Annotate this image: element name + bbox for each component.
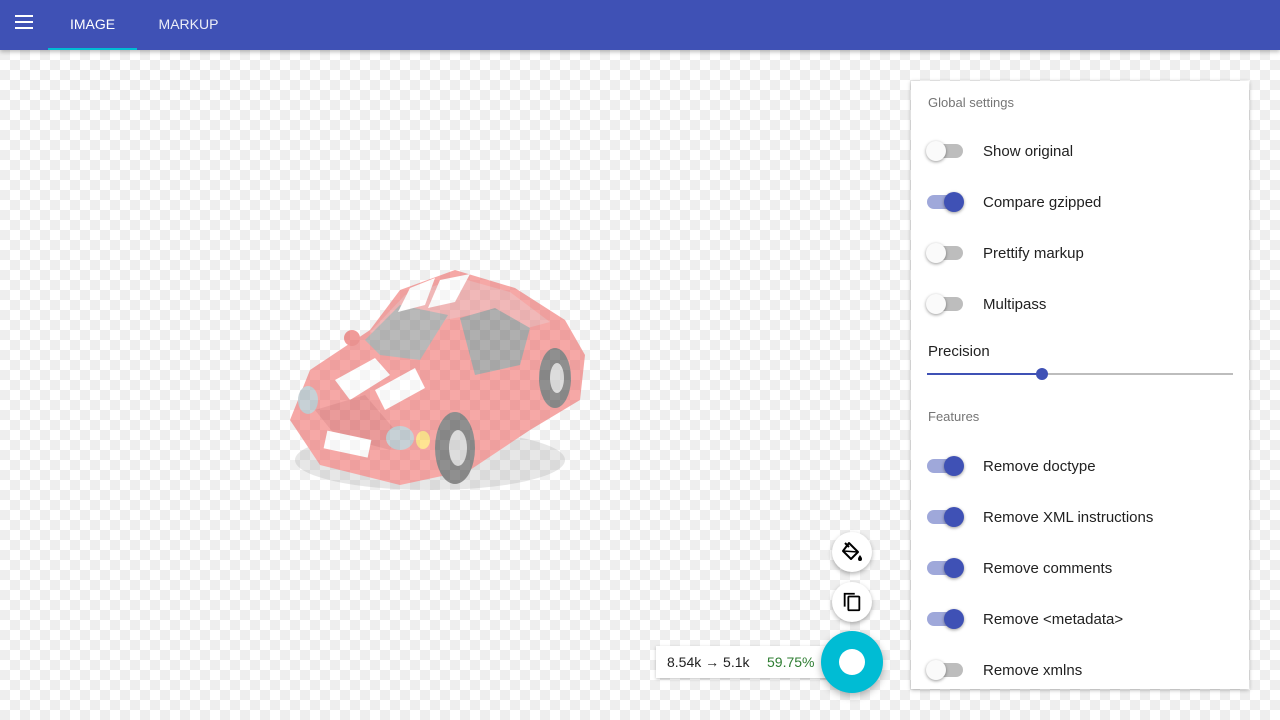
precision-slider[interactable] — [927, 367, 1233, 381]
switch[interactable] — [926, 243, 963, 263]
setting-label: Compare gzipped — [983, 194, 1102, 211]
copy-button[interactable] — [832, 582, 872, 622]
toggle-multipass[interactable]: Multipass — [926, 290, 1237, 320]
switch[interactable] — [926, 294, 963, 314]
setting-label: Show original — [983, 143, 1074, 160]
precision-label: Precision — [928, 343, 990, 360]
settings-panel: Global settings Show original Compare gz… — [911, 81, 1249, 689]
toggle-remove-metadata[interactable]: Remove <metadata> — [927, 605, 1237, 635]
toggle-remove-xmlns[interactable]: Remove xmlns — [926, 656, 1237, 686]
size-stats: 8.54k → 5.1k 59.75% — [656, 646, 836, 678]
switch[interactable] — [926, 141, 963, 161]
toggle-show-original[interactable]: Show original — [926, 137, 1237, 167]
switch[interactable] — [927, 609, 964, 629]
toggle-prettify-markup[interactable]: Prettify markup — [926, 239, 1237, 269]
setting-label: Remove comments — [983, 560, 1113, 577]
precision-slider-thumb[interactable] — [1036, 368, 1048, 380]
setting-label: Remove doctype — [983, 458, 1096, 475]
setting-label: Prettify markup — [983, 245, 1084, 262]
paint-bucket-icon — [842, 542, 862, 561]
copy-icon — [843, 592, 861, 612]
download-button[interactable] — [821, 631, 883, 693]
tab-markup[interactable]: MARKUP — [145, 0, 232, 50]
switch[interactable] — [927, 456, 964, 476]
toggle-background-button[interactable] — [832, 532, 872, 572]
features-title: Features — [928, 409, 980, 424]
size-comparison: 8.54k → 5.1k — [667, 654, 750, 670]
global-settings-title: Global settings — [928, 95, 1014, 110]
switch[interactable] — [927, 507, 964, 527]
svg-preview-image — [290, 270, 585, 490]
setting-label: Multipass — [983, 296, 1047, 313]
setting-label: Remove xmlns — [983, 662, 1083, 679]
toggle-compare-gzipped[interactable]: Compare gzipped — [927, 188, 1237, 218]
tab-image[interactable]: IMAGE — [48, 0, 137, 50]
download-icon — [839, 649, 865, 675]
toggle-remove-doctype[interactable]: Remove doctype — [927, 452, 1237, 482]
app-bar: IMAGE MARKUP — [0, 0, 1280, 50]
savings-percent: 59.75% — [767, 654, 815, 670]
toggle-remove-xml-instructions[interactable]: Remove XML instructions — [927, 503, 1237, 533]
setting-label: Remove XML instructions — [983, 509, 1154, 526]
setting-label: Remove <metadata> — [983, 611, 1124, 628]
switch[interactable] — [927, 558, 964, 578]
switch[interactable] — [927, 192, 964, 212]
toggle-remove-comments[interactable]: Remove comments — [927, 554, 1237, 584]
switch[interactable] — [926, 660, 963, 680]
menu-icon[interactable] — [10, 8, 38, 36]
